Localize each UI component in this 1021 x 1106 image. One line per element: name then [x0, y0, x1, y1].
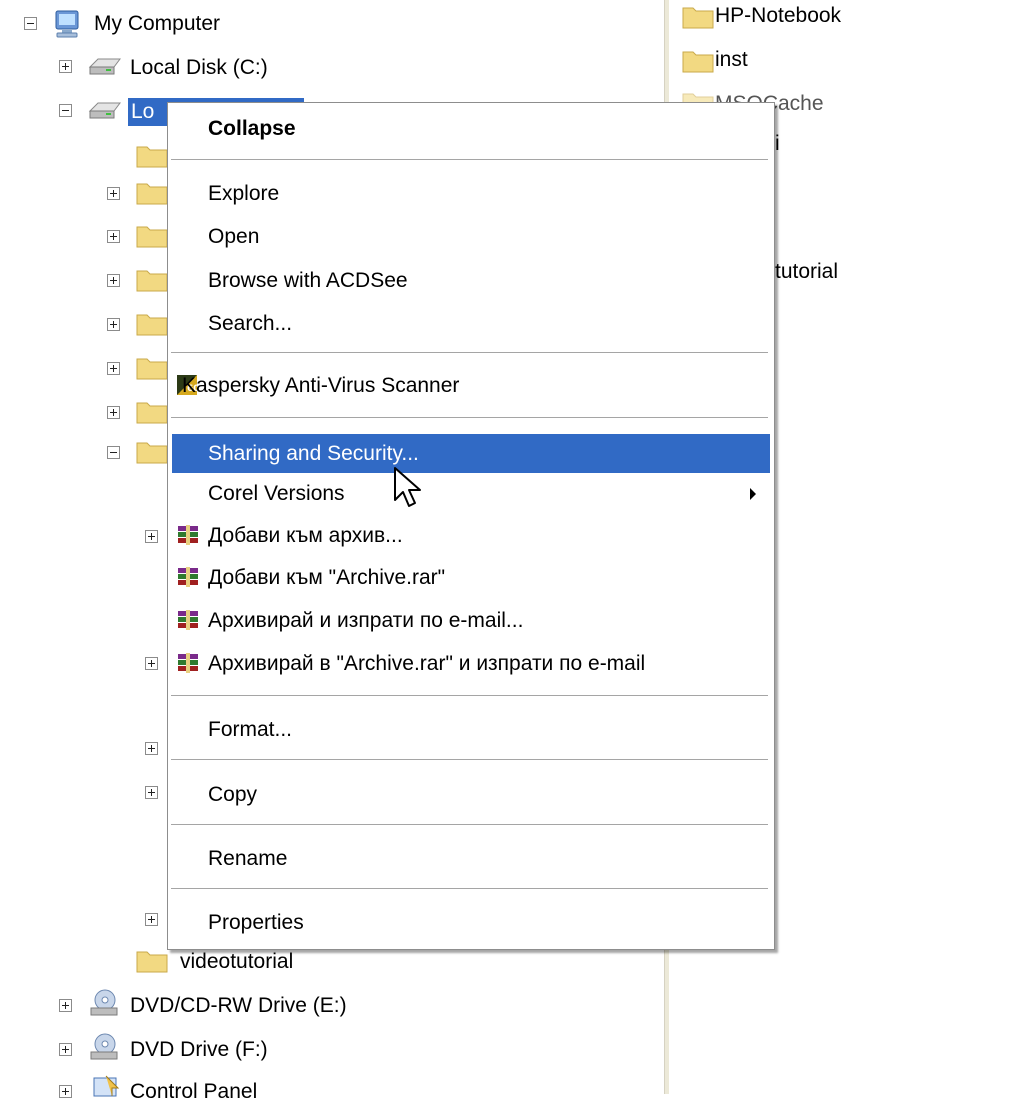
menu-separator [171, 695, 768, 696]
mouse-cursor-icon [393, 466, 429, 517]
expand-toggle[interactable] [145, 913, 158, 926]
menu-item-sharing-and-security[interactable]: Sharing and Security... [172, 434, 770, 473]
menu-item-label: Collapse [208, 117, 296, 140]
expand-toggle[interactable] [59, 1043, 72, 1056]
tree-item-control-panel[interactable]: Control Panel [130, 1078, 257, 1106]
menu-item-label: Browse with ACDSee [208, 269, 408, 292]
menu-item-rename[interactable]: Rename [172, 842, 770, 876]
list-item[interactable]: inst [715, 46, 748, 74]
tree-item-dvd-drive[interactable]: DVD Drive (F:) [130, 1036, 268, 1064]
menu-item-label: Добави към архив... [208, 524, 403, 547]
list-item[interactable]: i [775, 130, 780, 158]
expand-toggle[interactable] [107, 230, 120, 243]
menu-item-label: Kaspersky Anti-Virus Scanner [182, 374, 460, 397]
submenu-arrow-icon [750, 488, 756, 500]
folder-icon [135, 265, 169, 293]
tree-item-my-computer[interactable]: My Computer [94, 10, 220, 38]
menu-item-corel-versions[interactable]: Corel Versions [172, 477, 770, 511]
my-computer-icon [52, 9, 84, 39]
menu-separator [171, 888, 768, 889]
menu-separator [171, 759, 768, 760]
cd-drive-icon [88, 1032, 122, 1062]
folder-icon [135, 178, 169, 206]
collapse-toggle[interactable] [59, 104, 72, 117]
expand-toggle[interactable] [107, 274, 120, 287]
menu-item-search[interactable]: Search... [172, 307, 770, 341]
tree-item-dvd-cd-rw-drive[interactable]: DVD/CD-RW Drive (E:) [130, 992, 347, 1020]
menu-separator [171, 159, 768, 160]
menu-separator [171, 417, 768, 418]
control-panel-icon [92, 1074, 122, 1100]
tree-item-local-disk-c[interactable]: Local Disk (C:) [130, 54, 268, 82]
menu-item-label: Добави към "Archive.rar" [208, 566, 446, 589]
cd-drive-icon [88, 988, 122, 1018]
folder-icon [135, 309, 169, 337]
expand-toggle[interactable] [59, 60, 72, 73]
menu-item-label: Search... [208, 312, 293, 335]
collapse-toggle[interactable] [24, 17, 37, 30]
folder-icon [135, 397, 169, 425]
tree-item-videotutorial[interactable]: videotutorial [180, 948, 293, 976]
menu-item-label: Format... [208, 718, 293, 741]
expand-toggle[interactable] [107, 406, 120, 419]
menu-item-archive-rar-and-email[interactable]: Архивирай в "Archive.rar" и изпрати по e… [172, 647, 770, 681]
menu-item-collapse[interactable]: Collapse [172, 112, 770, 146]
menu-item-label: Sharing and Security... [208, 441, 419, 465]
expand-toggle[interactable] [107, 362, 120, 375]
folder-icon [681, 2, 715, 30]
expand-toggle[interactable] [145, 786, 158, 799]
winrar-icon [176, 566, 200, 594]
menu-item-archive-and-email[interactable]: Архивирай и изпрати по e-mail... [172, 604, 770, 638]
folder-icon [135, 946, 169, 974]
menu-item-label: Copy [208, 783, 258, 806]
winrar-icon [176, 609, 200, 637]
menu-item-label: Архивирай в "Archive.rar" и изпрати по e… [208, 652, 646, 675]
menu-item-label: Properties [208, 911, 304, 934]
menu-item-open[interactable]: Open [172, 220, 770, 254]
menu-item-label: Rename [208, 847, 288, 870]
hard-drive-icon [88, 99, 122, 121]
folder-icon [135, 353, 169, 381]
expand-toggle[interactable] [107, 318, 120, 331]
expand-toggle[interactable] [59, 1085, 72, 1098]
menu-item-copy[interactable]: Copy [172, 778, 770, 812]
menu-item-explore[interactable]: Explore [172, 177, 770, 211]
folder-icon [135, 221, 169, 249]
list-item[interactable]: HP-Notebook [715, 2, 841, 30]
hard-drive-icon [88, 55, 122, 77]
collapse-toggle[interactable] [107, 446, 120, 459]
expand-toggle[interactable] [145, 657, 158, 670]
menu-separator [171, 352, 768, 353]
winrar-icon [176, 524, 200, 552]
expand-toggle[interactable] [107, 187, 120, 200]
winrar-icon [176, 652, 200, 680]
menu-item-label: Open [208, 225, 260, 248]
folder-icon [135, 437, 169, 465]
menu-item-label: Архивирай и изпрати по e-mail... [208, 609, 524, 632]
menu-separator [171, 824, 768, 825]
menu-item-add-to-archive-rar[interactable]: Добави към "Archive.rar" [172, 561, 770, 595]
menu-item-kaspersky-scanner[interactable]: 60 Kaspersky Anti-Virus Scanner [172, 369, 770, 403]
context-menu[interactable]: Collapse Explore Open Browse with ACDSee… [167, 102, 775, 950]
menu-item-format[interactable]: Format... [172, 713, 770, 747]
expand-toggle[interactable] [145, 742, 158, 755]
expand-toggle[interactable] [145, 530, 158, 543]
menu-item-browse-with-acdsee[interactable]: Browse with ACDSee [172, 264, 770, 298]
menu-item-label: Explore [208, 182, 280, 205]
folder-icon [681, 46, 715, 74]
menu-item-label: Corel Versions [208, 482, 345, 505]
menu-item-add-to-archive[interactable]: Добави към архив... [172, 519, 770, 553]
menu-item-properties[interactable]: Properties [172, 906, 770, 940]
list-item[interactable]: tutorial [775, 258, 838, 286]
folder-icon [135, 141, 169, 169]
expand-toggle[interactable] [59, 999, 72, 1012]
